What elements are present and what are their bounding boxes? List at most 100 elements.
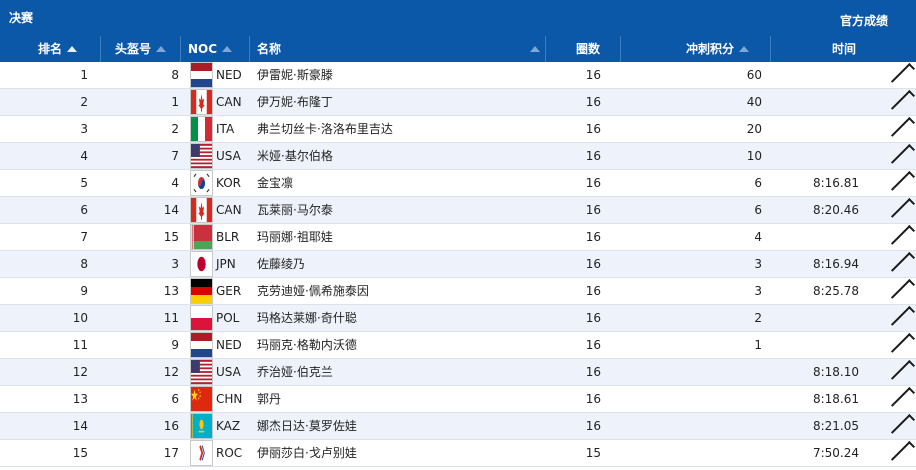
- sort-icon: [67, 45, 78, 52]
- table-row[interactable]: 14 16 KAZ 娜杰日达·莫罗佐娃 16 8:21.05: [0, 413, 916, 440]
- athlete-name[interactable]: 玛丽娜·祖耶娃: [257, 224, 333, 250]
- table-row[interactable]: 6 14 CAN 瓦莱丽·马尔泰 16 6 8:20.46: [0, 197, 916, 224]
- athlete-name[interactable]: 佐藤绫乃: [257, 251, 305, 277]
- chevron-up-icon[interactable]: [890, 413, 916, 439]
- athlete-name[interactable]: 瓦莱丽·马尔泰: [257, 197, 333, 223]
- points-cell: 6: [754, 203, 762, 217]
- chevron-up-icon[interactable]: [890, 143, 916, 169]
- chevron-up-icon[interactable]: [890, 251, 916, 277]
- chevron-up-icon[interactable]: [890, 224, 916, 250]
- chevron-up-icon[interactable]: [890, 386, 916, 412]
- table-row[interactable]: 15 17 ROC 伊丽莎白·戈卢别娃 15 7:50.24: [0, 440, 916, 467]
- chevron-up-icon[interactable]: [890, 197, 916, 223]
- column-divider: [249, 36, 250, 62]
- bib-cell: 15: [163, 230, 179, 244]
- rank-cell: 13: [72, 392, 88, 406]
- col-rank[interactable]: 排名: [38, 36, 78, 62]
- chn-flag-icon: [190, 386, 213, 412]
- col-name-sort[interactable]: [525, 36, 540, 62]
- chevron-up-icon[interactable]: [890, 62, 916, 88]
- time-cell: 8:18.10: [812, 365, 859, 379]
- bib-cell: 17: [163, 446, 179, 460]
- chevron-up-icon[interactable]: [890, 440, 916, 466]
- col-name[interactable]: 名称: [257, 36, 281, 62]
- athlete-name[interactable]: 伊万妮·布隆丁: [257, 89, 333, 115]
- rank-cell: 8: [80, 257, 88, 271]
- athlete-name[interactable]: 娜杰日达·莫罗佐娃: [257, 413, 357, 439]
- table-row[interactable]: 5 4 KOR 金宝凛 16 6 8:16.81: [0, 170, 916, 197]
- rank-cell: 3: [80, 122, 88, 136]
- can-flag-icon: [190, 197, 213, 223]
- noc-cell: USA: [216, 149, 241, 163]
- column-divider: [620, 36, 621, 62]
- chevron-up-icon[interactable]: [890, 278, 916, 304]
- chevron-up-icon[interactable]: [890, 89, 916, 115]
- laps-cell: 16: [585, 176, 601, 190]
- laps-cell: 16: [585, 95, 601, 109]
- athlete-name[interactable]: 米娅·基尔伯格: [257, 143, 333, 169]
- table-row[interactable]: 1 8 NED 伊雷妮·斯豪滕 16 60: [0, 62, 916, 89]
- table-row[interactable]: 3 2 ITA 弗兰切丝卡·洛洛布里吉达 16 20: [0, 116, 916, 143]
- points-cell: 2: [754, 311, 762, 325]
- table-row[interactable]: 12 12 USA 乔治娅·伯克兰 16 8:18.10: [0, 359, 916, 386]
- table-row[interactable]: 10 11 POL 玛格达莱娜·奇什聪 16 2: [0, 305, 916, 332]
- bib-cell: 14: [163, 203, 179, 217]
- noc-cell: NED: [216, 338, 242, 352]
- athlete-name[interactable]: 玛格达莱娜·奇什聪: [257, 305, 357, 331]
- points-cell: 20: [746, 122, 762, 136]
- athlete-name[interactable]: 伊丽莎白·戈卢别娃: [257, 440, 357, 466]
- chevron-up-icon[interactable]: [890, 359, 916, 385]
- bib-cell: 13: [163, 284, 179, 298]
- bib-cell: 11: [163, 311, 179, 325]
- athlete-name[interactable]: 伊雷妮·斯豪滕: [257, 62, 333, 88]
- athlete-name[interactable]: 玛丽克·格勒内沃德: [257, 332, 357, 358]
- chevron-up-icon[interactable]: [890, 305, 916, 331]
- ger-flag-icon: [190, 278, 213, 304]
- noc-cell: POL: [216, 311, 240, 325]
- athlete-name[interactable]: 乔治娅·伯克兰: [257, 359, 333, 385]
- noc-cell: BLR: [216, 230, 240, 244]
- rank-cell: 4: [80, 149, 88, 163]
- noc-cell: CAN: [216, 95, 242, 109]
- chevron-up-icon[interactable]: [890, 170, 916, 196]
- col-time[interactable]: 时间: [832, 36, 856, 62]
- table-row[interactable]: 11 9 NED 玛丽克·格勒内沃德 16 1: [0, 332, 916, 359]
- table-row[interactable]: 7 15 BLR 玛丽娜·祖耶娃 16 4: [0, 224, 916, 251]
- athlete-name[interactable]: 弗兰切丝卡·洛洛布里吉达: [257, 116, 393, 142]
- rank-cell: 1: [80, 68, 88, 82]
- noc-cell: KAZ: [216, 419, 241, 433]
- athlete-name[interactable]: 克劳迪娅·佩希施泰因: [257, 278, 369, 304]
- column-divider: [180, 36, 181, 62]
- bib-cell: 2: [171, 122, 179, 136]
- table-row[interactable]: 2 1 CAN 伊万妮·布隆丁 16 40: [0, 89, 916, 116]
- table-row[interactable]: 9 13 GER 克劳迪娅·佩希施泰因 16 3 8:25.78: [0, 278, 916, 305]
- athlete-name[interactable]: 郭丹: [257, 386, 281, 412]
- rank-cell: 6: [80, 203, 88, 217]
- col-bib[interactable]: 头盔号: [115, 36, 167, 62]
- time-cell: 8:16.81: [812, 176, 859, 190]
- table-row[interactable]: 8 3 JPN 佐藤绫乃 16 3 8:16.94: [0, 251, 916, 278]
- table-row[interactable]: 13 6 CHN 郭丹 16 8:18.61: [0, 386, 916, 413]
- bib-cell: 16: [163, 419, 179, 433]
- points-cell: 40: [746, 95, 762, 109]
- col-noc[interactable]: NOC: [188, 36, 233, 62]
- column-divider: [100, 36, 101, 62]
- ned-flag-icon: [190, 332, 213, 358]
- usa-flag-icon: [190, 143, 213, 169]
- chevron-up-icon[interactable]: [890, 332, 916, 358]
- laps-cell: 16: [585, 230, 601, 244]
- usa-flag-icon: [190, 359, 213, 385]
- col-points[interactable]: 冲刺积分: [686, 36, 750, 62]
- official-results-label: 官方成绩: [839, 14, 888, 28]
- col-laps[interactable]: 圈数: [576, 36, 600, 62]
- table-row[interactable]: 4 7 USA 米娅·基尔伯格 16 10: [0, 143, 916, 170]
- laps-cell: 16: [585, 149, 601, 163]
- laps-cell: 15: [585, 446, 601, 460]
- column-divider: [545, 36, 546, 62]
- chevron-up-icon[interactable]: [890, 116, 916, 142]
- sort-icon: [156, 45, 167, 52]
- rank-cell: 5: [80, 176, 88, 190]
- bib-cell: 1: [171, 95, 179, 109]
- athlete-name[interactable]: 金宝凛: [257, 170, 293, 196]
- points-cell: 1: [754, 338, 762, 352]
